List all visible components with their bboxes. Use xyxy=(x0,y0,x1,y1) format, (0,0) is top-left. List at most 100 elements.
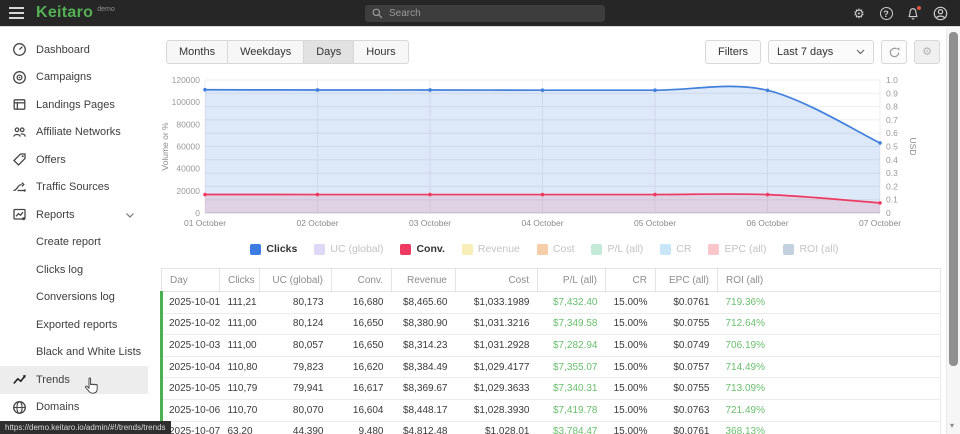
legend-label: Conv. xyxy=(416,243,444,255)
table-cell: $0.0763 xyxy=(656,399,718,421)
global-search[interactable] xyxy=(365,5,605,22)
legend-item[interactable]: Conv. xyxy=(400,243,444,255)
sidebar-item-conversions-log[interactable]: Conversions log xyxy=(0,284,148,312)
column-header[interactable]: Clicks xyxy=(220,269,260,292)
sidebar-item-trends[interactable]: Trends xyxy=(0,366,148,394)
table-cell: $0.0761 xyxy=(656,421,718,434)
sidebar-label: Black and White Lists xyxy=(36,346,141,358)
sidebar-item-clicks-log[interactable]: Clicks log xyxy=(0,256,148,284)
legend-item[interactable]: CR xyxy=(660,243,691,255)
legend-item[interactable]: Clicks xyxy=(250,243,297,255)
legend-item[interactable]: P/L (all) xyxy=(591,243,643,255)
help-icon[interactable]: ? xyxy=(878,6,894,22)
scrollbar-thumb[interactable] xyxy=(949,32,958,366)
legend-item[interactable]: Revenue xyxy=(462,243,520,255)
sidebar-item-create-report[interactable]: Create report xyxy=(0,229,148,257)
svg-text:05 October: 05 October xyxy=(634,218,676,228)
table-row: 2025-10-0763,2044,3909,480$4,812.48$1,02… xyxy=(162,421,941,434)
refresh-button[interactable] xyxy=(881,40,907,64)
table-cell: 111,21 xyxy=(220,292,260,314)
campaigns-icon xyxy=(12,70,27,85)
vertical-scrollbar: ▾ xyxy=(946,28,960,434)
table-cell: 713.09% xyxy=(718,378,941,400)
date-range-select[interactable]: Last 7 days xyxy=(768,40,874,64)
chevron-down-icon xyxy=(126,209,134,221)
sidebar-label: Reports xyxy=(36,209,75,221)
trends-table: DayClicksUC (global)Conv.RevenueCostP/L … xyxy=(160,268,941,434)
chart-settings-button[interactable]: ⚙ xyxy=(914,40,940,64)
menu-toggle-icon[interactable] xyxy=(0,0,30,27)
refresh-icon xyxy=(888,46,901,59)
svg-text:0.6: 0.6 xyxy=(886,128,898,138)
trends-icon xyxy=(12,372,27,387)
table-cell: 15.00% xyxy=(606,335,656,357)
legend-item[interactable]: Cost xyxy=(537,243,575,255)
legend-item[interactable]: UC (global) xyxy=(314,243,383,255)
sidebar-label: Offers xyxy=(36,154,66,166)
tab-hours[interactable]: Hours xyxy=(353,40,408,64)
tab-days[interactable]: Days xyxy=(303,40,354,64)
table-cell: $1,028.01 xyxy=(456,421,538,434)
sidebar-item-reports[interactable]: Reports xyxy=(0,201,148,229)
legend-item[interactable]: EPC (all) xyxy=(708,243,766,255)
tab-weekdays[interactable]: Weekdays xyxy=(227,40,304,64)
column-header[interactable]: UC (global) xyxy=(260,269,332,292)
sidebar-item-offers[interactable]: Offers xyxy=(0,146,148,174)
offers-icon xyxy=(12,152,27,167)
table-cell: 79,823 xyxy=(260,356,332,378)
table-cell: 80,124 xyxy=(260,313,332,335)
settings-icon[interactable]: ⚙ xyxy=(851,6,867,22)
table-cell: 16,650 xyxy=(332,335,392,357)
legend-swatch xyxy=(314,244,325,255)
table-cell: $7,340.31 xyxy=(538,378,606,400)
sidebar-item-campaigns[interactable]: Campaigns xyxy=(0,64,148,92)
sidebar-item-traffic-sources[interactable]: Traffic Sources xyxy=(0,174,148,202)
column-header[interactable]: EPC (all) xyxy=(656,269,718,292)
account-icon[interactable] xyxy=(932,6,948,22)
sidebar-item-black-white-lists[interactable]: Black and White Lists xyxy=(0,339,148,367)
svg-text:07 October: 07 October xyxy=(859,218,901,228)
search-input[interactable] xyxy=(389,8,598,19)
sidebar-item-dashboard[interactable]: Dashboard xyxy=(0,36,148,64)
svg-text:20000: 20000 xyxy=(176,186,200,196)
table-cell: $8,384.49 xyxy=(392,356,456,378)
table-cell: 2025-10-02 xyxy=(162,313,220,335)
sidebar-item-landings-pages[interactable]: Landings Pages xyxy=(0,91,148,119)
column-header[interactable]: Conv. xyxy=(332,269,392,292)
table-cell: $7,349.58 xyxy=(538,313,606,335)
legend-swatch xyxy=(783,244,794,255)
sidebar-item-exported-reports[interactable]: Exported reports xyxy=(0,311,148,339)
column-header[interactable]: P/L (all) xyxy=(538,269,606,292)
svg-text:60000: 60000 xyxy=(176,142,200,152)
column-header[interactable]: CR xyxy=(606,269,656,292)
table-row: 2025-10-06110,7080,07016,604$8,448.17$1,… xyxy=(162,399,941,421)
tab-months[interactable]: Months xyxy=(166,40,228,64)
column-header[interactable]: Revenue xyxy=(392,269,456,292)
column-header[interactable]: ROI (all) xyxy=(718,269,941,292)
table-cell: 2025-10-01 xyxy=(162,292,220,314)
svg-text:120000: 120000 xyxy=(172,75,201,85)
sidebar-label: Domains xyxy=(36,401,79,413)
legend-item[interactable]: ROI (all) xyxy=(783,243,838,255)
table-row: 2025-10-03111,0080,05716,650$8,314.23$1,… xyxy=(162,335,941,357)
table-cell: 15.00% xyxy=(606,313,656,335)
filters-button[interactable]: Filters xyxy=(705,40,761,64)
table-row: 2025-10-04110,8079,82316,620$8,384.49$1,… xyxy=(162,356,941,378)
chart-legend: Clicks UC (global) Conv. Revenue Cost P/L (al… xyxy=(148,240,941,258)
svg-text:Volume or %: Volume or % xyxy=(160,122,170,171)
trends-chart: 00.10.20.30.40.50.60.70.80.91.001 Octobe… xyxy=(148,68,941,232)
notifications-bell-icon[interactable] xyxy=(905,6,921,22)
column-header[interactable]: Day xyxy=(162,269,220,292)
table-cell: 719.36% xyxy=(718,292,941,314)
table-cell: 110,79 xyxy=(220,378,260,400)
controls-row: Months Weekdays Days Hours Filters Last … xyxy=(166,40,940,64)
table-cell: 706.19% xyxy=(718,335,941,357)
svg-text:1.0: 1.0 xyxy=(886,75,898,85)
sidebar-item-domains[interactable]: Domains xyxy=(0,394,148,422)
app-logo[interactable]: Keitaro xyxy=(36,4,93,22)
period-tabs: Months Weekdays Days Hours xyxy=(166,40,409,64)
table-row: 2025-10-02111,0080,12416,650$8,380.90$1,… xyxy=(162,313,941,335)
scrollbar-down-arrow[interactable]: ▾ xyxy=(950,421,954,430)
column-header[interactable]: Cost xyxy=(456,269,538,292)
sidebar-item-affiliate-networks[interactable]: Affiliate Networks xyxy=(0,119,148,147)
